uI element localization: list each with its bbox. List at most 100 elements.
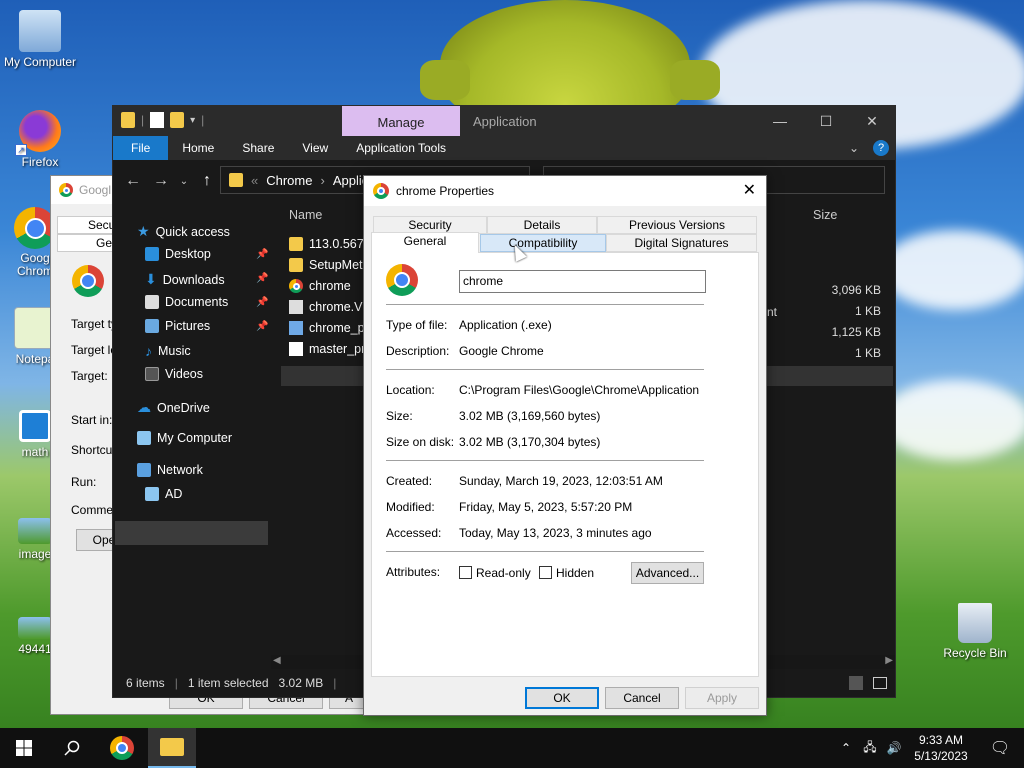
pin-icon[interactable]: 📌 [256,249,268,260]
maximize-icon[interactable]: ☐ [803,106,849,136]
file-row[interactable]: master_pr [289,342,365,356]
scroll-left-icon[interactable]: ◀ [273,655,281,666]
desktop-icon-my-computer[interactable]: My Computer [0,10,80,69]
folder-icon[interactable] [121,112,135,128]
nav-label: Downloads [162,272,225,287]
back-arrow-icon[interactable]: ← [123,172,143,190]
tab-previous-versions[interactable]: Previous Versions [597,216,757,234]
dialog-title: chrome Properties [396,184,495,198]
description-label: Description: [386,344,450,358]
nav-item-network[interactable]: Network [137,463,203,477]
selection-size: 3.02 MB [278,676,324,690]
tab-compatibility[interactable]: Compatibility [480,234,606,252]
chevron-right-icon[interactable]: › [320,173,324,188]
desktop-icon-label: Goog Chrom [16,251,53,278]
pin-icon[interactable]: 📌 [256,321,268,332]
file-row[interactable]: chrome.Vi [289,300,365,314]
nav-item-documents[interactable]: Documents [145,295,228,309]
file-name: chrome_p [309,321,365,335]
nav-item-my-computer[interactable]: My Computer [137,431,232,445]
new-folder-icon[interactable] [170,112,185,128]
forward-arrow-icon[interactable]: → [151,172,171,190]
tab-general[interactable]: General [371,232,479,253]
nav-item-desktop[interactable]: Desktop [145,247,211,261]
nav-label: OneDrive [157,400,210,415]
show-hidden-icons-icon[interactable]: ⌃ [834,741,858,755]
minimize-icon[interactable]: — [757,106,803,136]
tab-share[interactable]: Share [228,136,288,160]
tab-digital-signatures[interactable]: Digital Signatures [606,234,757,252]
breadcrumb-item[interactable]: Chrome [266,173,312,188]
recent-locations-icon[interactable]: ⌄ [179,176,189,187]
file-row[interactable]: chrome [289,279,351,293]
tab-details[interactable]: Details [487,216,597,234]
desktop-icon-firefox[interactable]: ↗ Firefox [0,110,80,169]
ribbon-tabs: File Home Share View Application Tools ⌄… [113,136,895,160]
file-row[interactable]: SetupMetr [289,258,367,272]
pin-icon[interactable]: 📌 [256,273,268,284]
accessed-label: Accessed: [386,526,442,540]
search-button[interactable] [48,728,96,768]
cancel-button[interactable]: Cancel [605,687,679,709]
read-only-checkbox[interactable] [459,566,472,579]
size-label: Size: [386,409,413,423]
pin-icon[interactable]: 📌 [256,297,268,308]
separator-icon: | [333,676,337,690]
start-button[interactable] [0,728,48,768]
window-titlebar: | ▾ | Manage Application — ☐ ✕ [113,106,895,136]
nav-item-pictures[interactable]: Pictures [145,319,210,333]
chrome-properties-dialog[interactable]: chrome Properties ✕ Security Details Pre… [363,175,767,716]
file-row[interactable]: chrome_p [289,321,365,335]
nav-label: Pictures [165,319,211,333]
network-icon [137,463,151,477]
nav-item-downloads[interactable]: ⬇ Downloads [145,271,225,288]
nav-item-onedrive[interactable]: ☁ OneDrive [137,399,210,416]
modified-label: Modified: [386,500,435,514]
column-header-size[interactable]: Size [813,208,837,222]
column-header-name[interactable]: Name [289,208,322,222]
general-tab-panel: chrome Type of file: Application (.exe) … [371,252,759,677]
advanced-button[interactable]: Advanced... [631,562,704,584]
nav-item-videos[interactable]: Videos [145,367,203,381]
desktop-icon-label: My Computer [3,55,77,69]
expand-ribbon-icon[interactable]: ⌄ [835,136,873,160]
nav-item-ad[interactable]: AD [145,487,182,501]
nav-item-music[interactable]: ♪ Music [145,343,191,359]
wallpaper-character-ear [420,60,470,100]
properties-icon[interactable] [150,112,165,128]
details-view-icon[interactable] [849,676,863,690]
taskbar-file-explorer[interactable] [148,728,196,768]
apply-button[interactable]: Apply [685,687,759,709]
divider [386,551,704,552]
nav-label: Music [158,344,191,358]
clock[interactable]: 9:33 AM 5/13/2023 [906,732,976,764]
network-icon[interactable]: 🖧 [858,738,882,759]
tab-file[interactable]: File [113,136,169,160]
file-row[interactable]: 113.0.5672 [289,237,371,251]
hidden-checkbox[interactable] [539,566,552,579]
wallpaper-character-ear [670,60,720,100]
desktop-icon-recycle-bin[interactable]: Recycle Bin [935,603,1015,660]
scroll-right-icon[interactable]: ▶ [885,655,893,666]
divider [386,369,704,370]
close-icon[interactable]: ✕ [743,180,756,200]
image-file-icon [18,617,52,639]
file-name-input[interactable]: chrome [459,270,706,293]
ok-button[interactable]: OK [525,687,599,709]
help-icon[interactable]: ? [873,140,889,156]
up-arrow-icon[interactable]: ↑ [197,172,217,190]
nav-item-quick-access[interactable]: ★ Quick access [137,223,230,240]
tab-view[interactable]: View [288,136,342,160]
notifications-icon[interactable]: 🗨 [976,738,1024,758]
volume-icon[interactable]: 🔊 [882,741,906,755]
tab-manage[interactable]: Manage [342,106,460,136]
close-icon[interactable]: ✕ [849,106,895,136]
customize-toolbar-icon[interactable]: ▾ [190,115,195,126]
tab-application-tools[interactable]: Application Tools [342,136,460,160]
computer-icon [19,10,61,52]
breadcrumb-overflow-icon[interactable]: « [251,173,258,188]
file-name: 113.0.5672 [309,237,371,251]
taskbar-chrome[interactable] [98,728,146,768]
large-icons-view-icon[interactable] [873,677,887,689]
tab-home[interactable]: Home [168,136,228,160]
